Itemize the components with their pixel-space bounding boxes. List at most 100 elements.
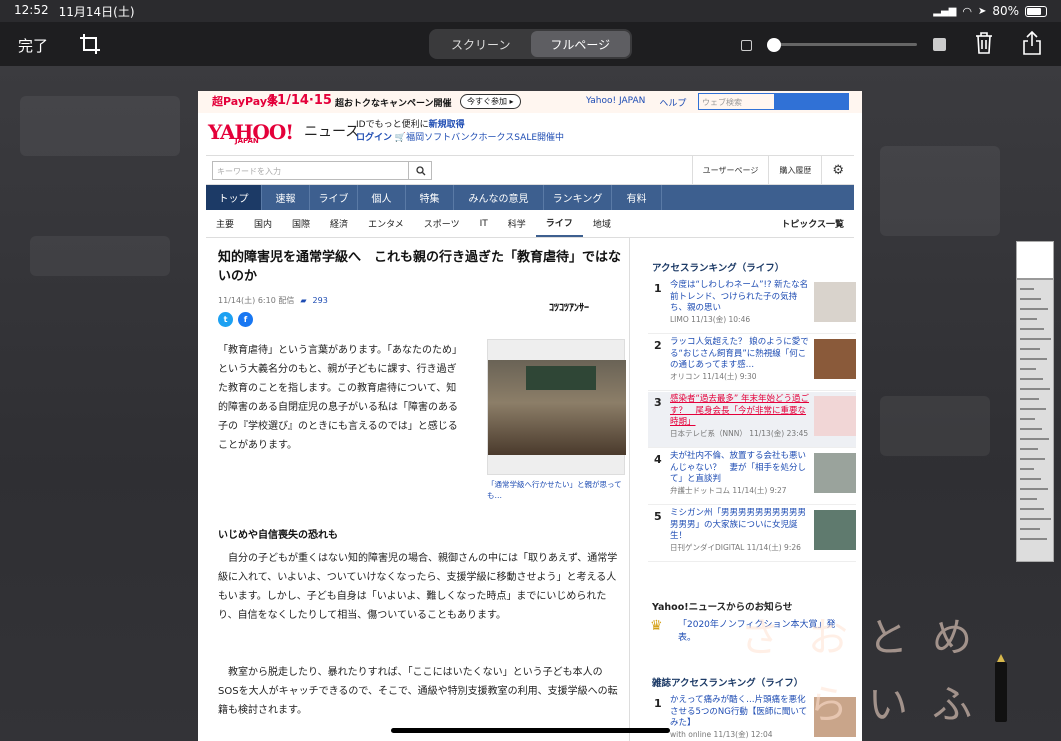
- image-caption[interactable]: 「通常学級へ行かせたい」と親が思っても…: [487, 479, 625, 501]
- search-icon[interactable]: [773, 94, 848, 109]
- thumbnail-line: [1020, 378, 1043, 380]
- battery-fill: [1027, 7, 1042, 15]
- id-promo-text: IDでもっと便利に: [356, 120, 429, 130]
- rank-number: 5: [654, 510, 662, 523]
- thumbnail-viewport[interactable]: [1017, 242, 1053, 280]
- home-indicator[interactable]: [391, 728, 670, 733]
- thumbnail-line: [1020, 338, 1051, 340]
- category-nav-item[interactable]: 地域: [583, 210, 621, 237]
- category-nav-item[interactable]: IT: [470, 210, 498, 237]
- tab-screen[interactable]: スクリーン: [431, 31, 531, 57]
- share-icon[interactable]: [1021, 30, 1043, 56]
- blackboard-shape: [526, 366, 596, 390]
- rank-title[interactable]: ミシガン州「男男男男男男男男男男男男男」の大家族についに女児誕生！: [670, 508, 810, 543]
- login-link[interactable]: ログイン: [356, 133, 392, 143]
- thumbnail-line: [1020, 388, 1050, 390]
- topics-list-link[interactable]: トピックス一覧: [771, 210, 854, 237]
- main-nav-item[interactable]: 有料: [612, 185, 662, 210]
- watermark-glyph: い: [868, 682, 908, 728]
- blur-shape: [880, 146, 1000, 236]
- rank-source: オリコン 11/14(土) 9:30: [670, 372, 757, 381]
- ranking-item[interactable]: 4 夫が社内不倫、放置する会社も悪いんじゃない？ 妻が「相手を処分して」と直談判弁…: [648, 449, 856, 505]
- tab-full-page[interactable]: フルページ: [530, 31, 630, 57]
- category-nav-item[interactable]: 主要: [206, 210, 244, 237]
- thumbnail-line: [1020, 398, 1039, 400]
- main-nav-item[interactable]: ライブ: [310, 185, 358, 210]
- opacity-slider[interactable]: [741, 37, 946, 53]
- rank-title[interactable]: かえって痛みが酷く…片頭痛を悪化させる5つのNG行動【医師に聞いてみた】: [670, 695, 810, 730]
- thumbnail-line: [1020, 298, 1041, 300]
- yahoo-japan-link[interactable]: Yahoo! JAPAN: [586, 96, 645, 109]
- ranking-item[interactable]: 3 感染者“過去最多” 年末年始どう過ごす？ 尾身会長「今が非常に重要な時期」 日本…: [648, 392, 856, 448]
- ranking-title: アクセスランキング（ライフ）: [652, 263, 785, 274]
- thumbnail-line: [1020, 518, 1051, 520]
- register-link[interactable]: 新規取得: [429, 120, 465, 130]
- category-nav: 主要 国内 国際 経済 エンタメ スポーツ IT 科学 ライフ 地域 トピックス一覧: [206, 210, 854, 238]
- rank-title[interactable]: 感染者“過去最多” 年末年始どう過ごす？ 尾身会長「今が非常に重要な時期」: [670, 394, 810, 429]
- rank-title[interactable]: 今度は“しわしわネーム”!? 新たな名前トレンド、つけられた子の気持ち、親の思い: [670, 280, 810, 315]
- gear-icon[interactable]: ⚙: [821, 156, 854, 185]
- main-nav-item[interactable]: 速報: [262, 185, 310, 210]
- article-paragraph: 自分の子どもが重くはない知的障害児の場合、親御さんの中には「取りあえず、通常学級…: [218, 553, 618, 621]
- thumbnail-line: [1020, 368, 1036, 370]
- rank-number: 4: [654, 453, 662, 466]
- ranking-item[interactable]: 2 ラッコ人気超えた？ 娘のように愛でる“おじさん飼育員”に熱視線「何この通じあっ…: [648, 335, 856, 391]
- thumbnail-line: [1020, 358, 1047, 360]
- search-icon[interactable]: [408, 161, 432, 180]
- article-title: 知的障害児を通常学級へ これも親の行き過ぎた「教育虐待」ではないのか: [218, 250, 622, 284]
- main-nav-item[interactable]: 個人: [358, 185, 406, 210]
- keyword-input[interactable]: キーワードを入力: [212, 161, 432, 180]
- battery-icon: [1025, 5, 1047, 17]
- category-nav-item[interactable]: ライフ: [535, 210, 583, 237]
- category-nav-item[interactable]: 経済: [320, 210, 358, 237]
- facebook-icon[interactable]: f: [238, 312, 253, 327]
- blur-shape: [880, 396, 990, 456]
- category-nav-item[interactable]: 国際: [282, 210, 320, 237]
- user-page-link[interactable]: ユーザーページ: [691, 156, 769, 185]
- blur-shape: [30, 236, 170, 276]
- web-search-input[interactable]: ウェブ検索: [699, 94, 774, 109]
- rank-thumbnail: [814, 453, 856, 493]
- news-logo-text[interactable]: ニュース: [304, 121, 359, 141]
- main-nav-item[interactable]: みんなの意見: [454, 185, 544, 210]
- watermark-glyph: ら: [808, 682, 848, 728]
- done-button[interactable]: 完了: [18, 35, 48, 56]
- page-thumbnail-strip[interactable]: [1016, 241, 1054, 562]
- article-image[interactable]: [487, 339, 626, 475]
- web-search-box[interactable]: ウェブ検索: [698, 93, 849, 110]
- twitter-icon[interactable]: t: [218, 312, 233, 327]
- thumbnail-line: [1020, 508, 1044, 510]
- crown-icon: ♛: [650, 618, 663, 634]
- purchase-history-link[interactable]: 購入履歴: [768, 156, 821, 185]
- transparent-square-icon: [741, 39, 752, 51]
- rank-number: 2: [654, 339, 662, 352]
- comment-icon[interactable]: ▰: [300, 296, 306, 305]
- help-link[interactable]: ヘルプ: [659, 96, 686, 109]
- screenshot-toolbar: 完了 スクリーン フルページ: [0, 22, 1061, 66]
- comment-count[interactable]: 293: [313, 296, 328, 305]
- hawks-sale-link[interactable]: 福岡ソフトバンクホークスSALE開催中: [406, 133, 564, 143]
- ranking-item[interactable]: 5 ミシガン州「男男男男男男男男男男男男男」の大家族についに女児誕生！ 日刊ゲンダイ…: [648, 506, 856, 562]
- promo-cta-button[interactable]: 今すぐ参加 ▸: [460, 94, 521, 109]
- trash-icon[interactable]: [974, 31, 994, 55]
- category-nav-item[interactable]: スポーツ: [414, 210, 470, 237]
- rank-thumbnail: [814, 510, 856, 550]
- rank-title[interactable]: ラッコ人気超えた？ 娘のように愛でる“おじさん飼育員”に熱視線「何この通じあって…: [670, 337, 810, 372]
- news-search-row: キーワードを入力 ユーザーページ 購入履歴 ⚙: [206, 155, 854, 185]
- thumbnail-line: [1020, 288, 1034, 290]
- slider-thumb[interactable]: [767, 38, 781, 52]
- pencil-icon[interactable]: [995, 654, 1007, 722]
- category-nav-item[interactable]: 国内: [244, 210, 282, 237]
- rank-title[interactable]: 夫が社内不倫、放置する会社も悪いんじゃない？ 妻が「相手を処分して」と直談判: [670, 451, 810, 486]
- thumbnail-line: [1020, 528, 1040, 530]
- rank-source: 日刊ゲンダイDIGITAL 11/14(土) 9:26: [670, 543, 801, 552]
- category-nav-item[interactable]: 科学: [498, 210, 536, 237]
- main-nav-item[interactable]: トップ: [206, 185, 262, 210]
- ranking-item[interactable]: 1 今度は“しわしわネーム”!? 新たな名前トレンド、つけられた子の気持ち、親の思…: [648, 278, 856, 334]
- category-nav-item[interactable]: エンタメ: [358, 210, 414, 237]
- main-nav-item[interactable]: ランキング: [544, 185, 612, 210]
- publisher-logo[interactable]: ｺﾂｺﾂｱﾝｻｰ: [549, 299, 589, 314]
- magazine-ranking-title: 雑誌アクセスランキング（ライフ）: [652, 678, 804, 689]
- main-nav-item[interactable]: 特集: [406, 185, 454, 210]
- crop-icon[interactable]: [78, 32, 102, 56]
